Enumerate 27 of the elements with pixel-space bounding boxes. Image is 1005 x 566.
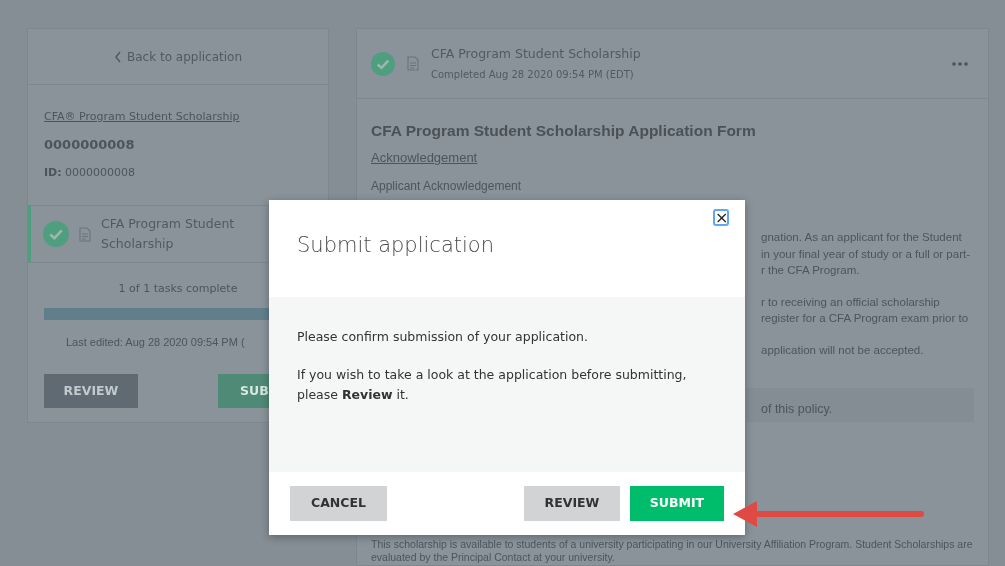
document-icon: [79, 226, 91, 242]
close-button[interactable]: ×: [713, 209, 729, 226]
section-label: Applicant Acknowledgement: [371, 178, 523, 196]
paragraph-text: r the CFA Program.: [761, 263, 860, 279]
document-icon: [407, 56, 419, 71]
dialog-text: Please confirm submission of your application.: [297, 328, 589, 346]
application-number: 0000000008: [44, 136, 136, 154]
completed-date: Completed Aug 28 2020 09:54 PM (EDT): [431, 67, 635, 82]
chevron-left-icon: [114, 50, 122, 63]
paragraph-text: register for a CFA Program exam prior to: [761, 311, 969, 327]
program-link[interactable]: CFA® Program Student Scholarship: [44, 110, 240, 123]
progress-text: 1 of 1 tasks complete: [117, 281, 239, 297]
form-title: CFA Program Student Scholarship Application Form: [371, 121, 757, 141]
paragraph-text: r to receiving an official scholarship: [761, 294, 940, 310]
submit-button[interactable]: SUBMIT: [630, 486, 724, 521]
review-button[interactable]: REVIEW: [44, 374, 138, 408]
more-icon[interactable]: [952, 60, 968, 67]
section-link[interactable]: Acknowledgement: [371, 148, 478, 168]
back-link[interactable]: Back to application: [114, 47, 242, 66]
paragraph-text: gnation. As an applicant for the Student: [761, 230, 962, 246]
task-title: CFA Program Student Scholarship: [431, 45, 642, 64]
last-edited-text: Last edited: Aug 28 2020 09:54 PM (: [66, 334, 245, 350]
review-button[interactable]: REVIEW: [524, 486, 620, 521]
application-id: ID: 0000000008: [44, 164, 137, 181]
cancel-button[interactable]: CANCEL: [290, 486, 387, 521]
paragraph-text: application will not be accepted.: [761, 342, 924, 358]
policy-text: of this policy.: [761, 402, 833, 417]
